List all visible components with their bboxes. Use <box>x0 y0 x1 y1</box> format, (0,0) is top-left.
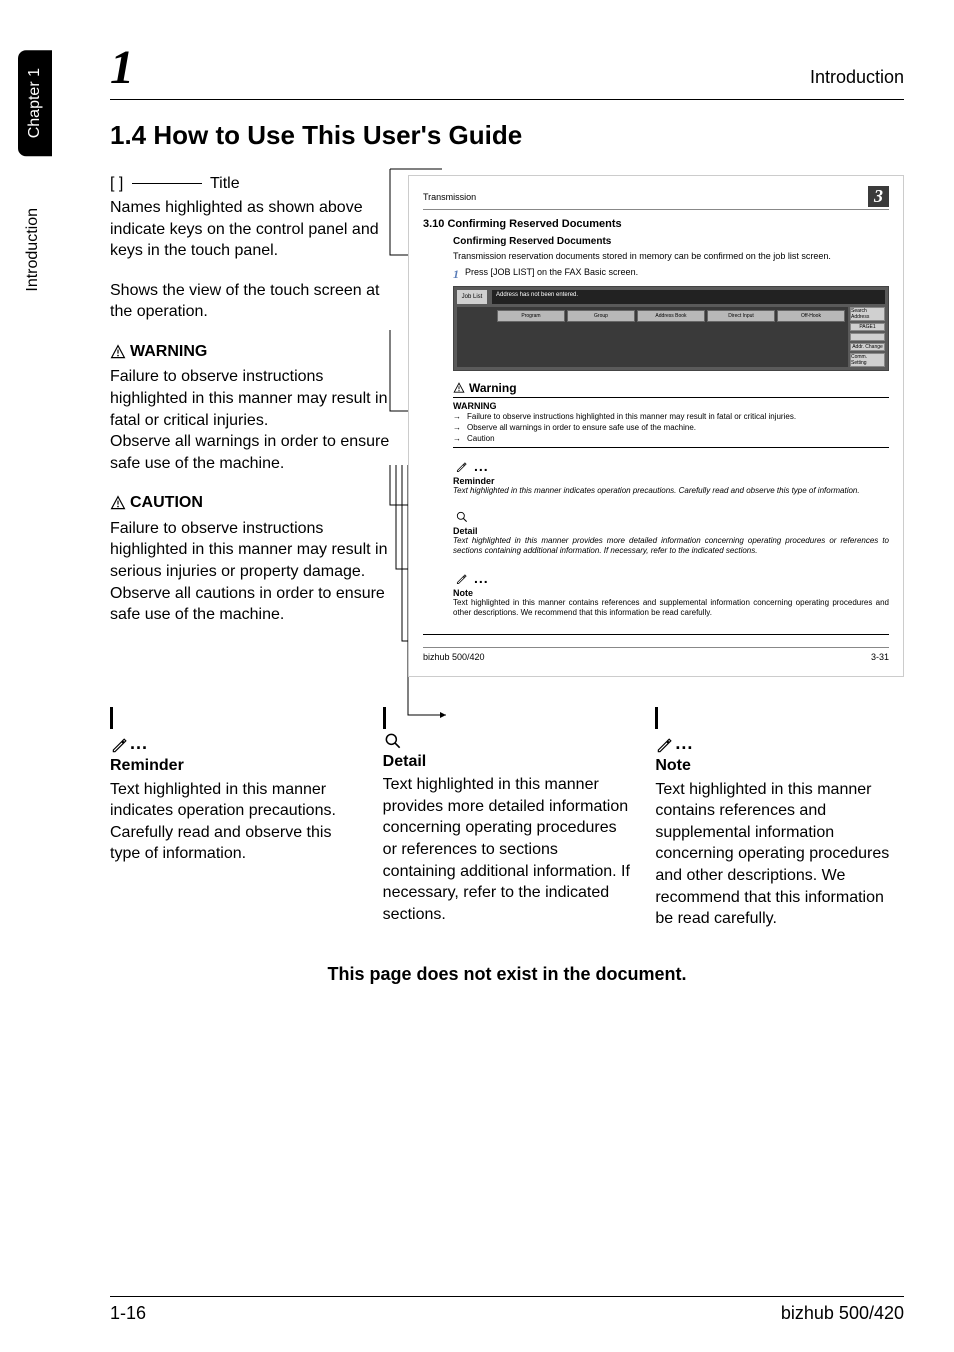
mock-btn: Address Book <box>637 310 705 322</box>
dots-icon: ... <box>474 570 489 586</box>
caution-body: Failure to observe instructions highligh… <box>110 520 387 623</box>
mock-warn-bullet-3: Caution <box>467 434 495 444</box>
mock-note-label: Note <box>453 588 889 598</box>
mock-side-btn <box>850 333 885 341</box>
mock-chapter-num: 3 <box>868 186 889 207</box>
dots-icon: ... <box>474 458 489 474</box>
warning-body: Failure to observe instructions highligh… <box>110 368 389 471</box>
mock-side-btn: Addr. Change <box>850 343 885 351</box>
warning-heading: WARNING <box>130 341 207 363</box>
mock-reminder-text: Text highlighted in this manner indicate… <box>453 486 889 496</box>
section-tab: Introduction <box>18 190 48 310</box>
bottom-note-col: ... Note Text highlighted in this manner… <box>655 707 904 930</box>
page-header: 1 Introduction <box>110 40 904 100</box>
mock-screen-tab: Job List <box>457 290 487 304</box>
mock-body-text: Transmission reservation documents store… <box>453 251 889 263</box>
bracket-example: [ ] Title <box>110 175 390 193</box>
warning-triangle-icon <box>453 382 465 394</box>
warning-triangle-icon <box>110 344 126 360</box>
mock-step-text: Press [JOB LIST] on the FAX Basic screen… <box>465 267 638 282</box>
reminder-icon-row: ... <box>453 458 889 474</box>
hand-write-icon <box>453 460 471 474</box>
leader-lines <box>390 175 408 935</box>
detail-body: Text highlighted in this manner provides… <box>383 774 632 925</box>
step-number-icon: 1 <box>453 267 459 282</box>
mock-side-btn: Search Address <box>850 307 885 321</box>
mock-btn: Program <box>497 310 565 322</box>
mock-footer-right: 3-31 <box>871 652 889 662</box>
mock-warn-bullet-2: Observe all warnings in order to ensure … <box>467 423 696 433</box>
mock-header-left: Transmission <box>423 192 476 202</box>
reminder-body: Text highlighted in this manner indicate… <box>110 779 359 865</box>
hand-write-icon <box>655 735 675 755</box>
magnifier-icon <box>453 510 471 524</box>
footer-pagenum: 1-16 <box>110 1303 146 1324</box>
touchscreen-mock: Job List Address has not been entered. P… <box>453 286 889 371</box>
mock-warn-bullet-1: Failure to observe instructions highligh… <box>467 412 796 422</box>
mock-btn: Group <box>567 310 635 322</box>
mock-side-btn: Comm. Setting <box>850 353 885 367</box>
mock-side-btn: PAGE1 <box>850 323 885 331</box>
chapter-number: 1 <box>110 40 134 95</box>
mock-btn: Off-Hook <box>777 310 845 322</box>
caution-triangle-icon <box>110 495 126 511</box>
detail-heading: Detail <box>383 751 632 773</box>
mock-warn-sub: WARNING <box>453 401 889 411</box>
mock-screen-statusbar: Address has not been entered. <box>492 290 885 304</box>
hand-write-icon <box>110 735 130 755</box>
explanation-shows: Shows the view of the touch screen at th… <box>110 280 390 323</box>
explanation-names: Names highlighted as shown above indicat… <box>110 197 390 262</box>
header-title: Introduction <box>810 67 904 88</box>
hand-write-icon <box>453 572 471 586</box>
page-footer: 1-16 bizhub 500/420 <box>110 1296 904 1324</box>
mock-detail-text: Text highlighted in this manner provides… <box>453 536 889 556</box>
title-literal: Title <box>210 175 240 192</box>
note-heading: Note <box>655 755 904 777</box>
explanation-warning: WARNING Failure to observe instructions … <box>110 341 390 474</box>
bottom-detail-col: Detail Text highlighted in this manner p… <box>383 707 632 930</box>
mock-btn: Direct Input <box>707 310 775 322</box>
dots-icon: ... <box>675 731 693 755</box>
detail-icon-row <box>453 510 889 524</box>
mock-warning-head: Warning <box>469 381 517 395</box>
nonexistent-note: This page does not exist in the document… <box>110 964 904 985</box>
bottom-reminder-col: ... Reminder Text highlighted in this ma… <box>110 707 359 930</box>
mock-note-text: Text highlighted in this manner contains… <box>453 598 889 618</box>
section-title: 1.4 How to Use This User's Guide <box>110 120 904 151</box>
caution-heading: CAUTION <box>130 492 203 514</box>
embedded-page-mock: Transmission 3 3.10 Confirming Reserved … <box>408 175 904 677</box>
mock-subsection-title: Confirming Reserved Documents <box>453 236 889 247</box>
note-icon-row: ... <box>453 570 889 586</box>
reminder-heading: Reminder <box>110 755 359 777</box>
mock-reminder-label: Reminder <box>453 476 889 486</box>
chapter-tab: Chapter 1 <box>18 50 52 156</box>
mock-section-title: 3.10 Confirming Reserved Documents <box>423 218 889 230</box>
brackets: [ ] <box>110 175 123 192</box>
explanation-caution: CAUTION Failure to observe instructions … <box>110 492 390 625</box>
mock-footer-left: bizhub 500/420 <box>423 652 485 662</box>
note-body: Text highlighted in this manner contains… <box>655 779 904 930</box>
dots-icon: ... <box>130 731 148 755</box>
footer-model: bizhub 500/420 <box>781 1303 904 1324</box>
mock-detail-label: Detail <box>453 526 889 536</box>
